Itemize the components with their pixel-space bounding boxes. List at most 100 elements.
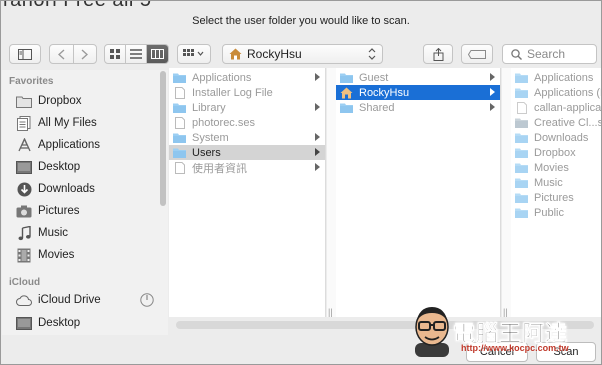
path-popup-button[interactable]: RockyHsu bbox=[222, 44, 383, 64]
disclosure-arrow-icon bbox=[315, 148, 320, 156]
folder-icon bbox=[340, 71, 353, 84]
watermark-mascot-icon bbox=[411, 301, 453, 357]
sidebar-item-icloud-desktop[interactable]: Desktop bbox=[16, 313, 80, 333]
file-icon bbox=[173, 161, 186, 174]
disclosure-arrow-icon bbox=[315, 103, 320, 111]
column-rockyhsu: Applications Applications (P callan-appl… bbox=[511, 68, 601, 317]
icon-view-button[interactable] bbox=[105, 45, 126, 63]
disclosure-arrow-icon bbox=[315, 163, 320, 171]
sidebar-item-label: Movies bbox=[38, 249, 75, 261]
folder-icon bbox=[515, 116, 528, 129]
list-item[interactable]: 使用者資訊 bbox=[169, 160, 325, 175]
list-item[interactable]: Applications (P bbox=[511, 85, 601, 100]
sidebar-item-label: Desktop bbox=[38, 161, 81, 173]
grid-icon bbox=[110, 49, 120, 59]
disclosure-arrow-icon bbox=[490, 103, 495, 111]
file-icon bbox=[515, 101, 528, 114]
sidebar-item-label: iCloud Drive bbox=[38, 294, 101, 306]
watermark-url: http://www.kocpc.com.tw bbox=[461, 343, 569, 353]
folder-icon bbox=[173, 71, 186, 84]
list-item[interactable]: Applications bbox=[169, 70, 325, 85]
list-view-button[interactable] bbox=[126, 45, 147, 63]
sidebar-item-desktop[interactable]: Desktop bbox=[16, 157, 80, 177]
column-root: Applications Installer Log File Library … bbox=[169, 68, 326, 317]
share-button[interactable] bbox=[423, 44, 453, 64]
list-item[interactable]: Downloads bbox=[511, 130, 601, 145]
sidebar-item-dropbox[interactable]: Dropbox bbox=[16, 91, 81, 111]
forward-button[interactable] bbox=[74, 45, 97, 63]
list-item[interactable]: photorec.ses bbox=[169, 115, 325, 130]
cloud-icon bbox=[16, 292, 32, 308]
updown-chevron-icon bbox=[368, 48, 376, 60]
sidebar-item-applications[interactable]: Applications bbox=[16, 135, 100, 155]
column-users: Guest RockyHsu Shared bbox=[336, 68, 501, 317]
tag-icon bbox=[468, 49, 486, 59]
list-item[interactable]: Public bbox=[511, 205, 601, 220]
back-forward-control bbox=[49, 44, 97, 64]
sidebar-item-all-my-files[interactable]: All My Files bbox=[16, 113, 97, 133]
disclosure-arrow-icon bbox=[315, 133, 320, 141]
share-icon bbox=[433, 47, 443, 61]
folder-icon bbox=[515, 71, 528, 84]
folder-icon bbox=[515, 161, 528, 174]
disclosure-arrow-icon bbox=[490, 88, 495, 96]
tags-button[interactable] bbox=[461, 44, 493, 64]
list-item[interactable]: Shared bbox=[336, 100, 500, 115]
list-item[interactable]: Movies bbox=[511, 160, 601, 175]
arrange-button[interactable] bbox=[177, 44, 211, 64]
list-item[interactable]: Dropbox bbox=[511, 145, 601, 160]
sidebar-item-label: Music bbox=[38, 227, 69, 239]
back-button[interactable] bbox=[50, 45, 74, 63]
sidebar-icon bbox=[18, 48, 32, 60]
toggle-sidebar-button[interactable] bbox=[9, 44, 41, 64]
list-item[interactable]: System bbox=[169, 130, 325, 145]
column-resize-grip[interactable]: || bbox=[328, 307, 333, 317]
sidebar-scrollbar[interactable] bbox=[160, 71, 166, 206]
list-item[interactable]: Applications bbox=[511, 70, 601, 85]
list-item-selected[interactable]: RockyHsu bbox=[336, 85, 500, 100]
sidebar-item-movies[interactable]: Movies bbox=[16, 245, 74, 265]
list-item[interactable]: Installer Log File bbox=[169, 85, 325, 100]
favorites-header: Favorites bbox=[9, 76, 54, 87]
icloud-header: iCloud bbox=[9, 277, 41, 288]
column-divider[interactable] bbox=[327, 68, 336, 317]
file-chooser-window: ranorl Free all 5 Select the user folder… bbox=[0, 0, 602, 365]
camera-icon bbox=[16, 203, 32, 219]
window-title: ranorl Free all 5 bbox=[3, 0, 152, 11]
sidebar-item-downloads[interactable]: Downloads bbox=[16, 179, 95, 199]
sidebar-item-label: Applications bbox=[38, 139, 101, 151]
folder-icon bbox=[515, 176, 528, 189]
folder-icon bbox=[16, 93, 32, 109]
sidebar-item-label: Desktop bbox=[38, 317, 81, 329]
sidebar-item-icloud-drive[interactable]: iCloud Drive bbox=[16, 290, 101, 310]
column-divider[interactable] bbox=[502, 68, 511, 317]
chevron-right-icon bbox=[81, 48, 89, 60]
all-files-icon bbox=[16, 115, 32, 131]
folder-icon bbox=[515, 191, 528, 204]
list-item-selected[interactable]: Users bbox=[169, 145, 325, 160]
sidebar-item-label: Pictures bbox=[38, 205, 80, 217]
list-item[interactable]: Pictures bbox=[511, 190, 601, 205]
movies-icon bbox=[16, 247, 32, 263]
columns-icon bbox=[151, 49, 164, 59]
sidebar: Favorites Dropbox All My Files Applicati… bbox=[2, 70, 168, 335]
view-mode-control bbox=[104, 44, 169, 64]
search-field[interactable] bbox=[502, 44, 597, 64]
sidebar-item-pictures[interactable]: Pictures bbox=[16, 201, 80, 221]
column-view-button[interactable] bbox=[147, 45, 168, 63]
list-item[interactable]: callan-applica bbox=[511, 100, 601, 115]
folder-icon bbox=[340, 101, 353, 114]
list-item[interactable]: Guest bbox=[336, 70, 500, 85]
sidebar-item-music[interactable]: Music bbox=[16, 223, 68, 243]
list-item[interactable]: Music bbox=[511, 175, 601, 190]
folder-icon bbox=[515, 146, 528, 159]
list-item[interactable]: Creative Cl...s bbox=[511, 115, 601, 130]
list-item[interactable]: Library bbox=[169, 100, 325, 115]
folder-icon bbox=[515, 131, 528, 144]
desktop-icon bbox=[16, 315, 32, 331]
applications-icon bbox=[16, 137, 32, 153]
search-icon bbox=[511, 48, 522, 60]
search-input[interactable] bbox=[527, 47, 589, 61]
icloud-progress-icon bbox=[140, 293, 154, 310]
arrange-grid-icon bbox=[183, 49, 204, 56]
